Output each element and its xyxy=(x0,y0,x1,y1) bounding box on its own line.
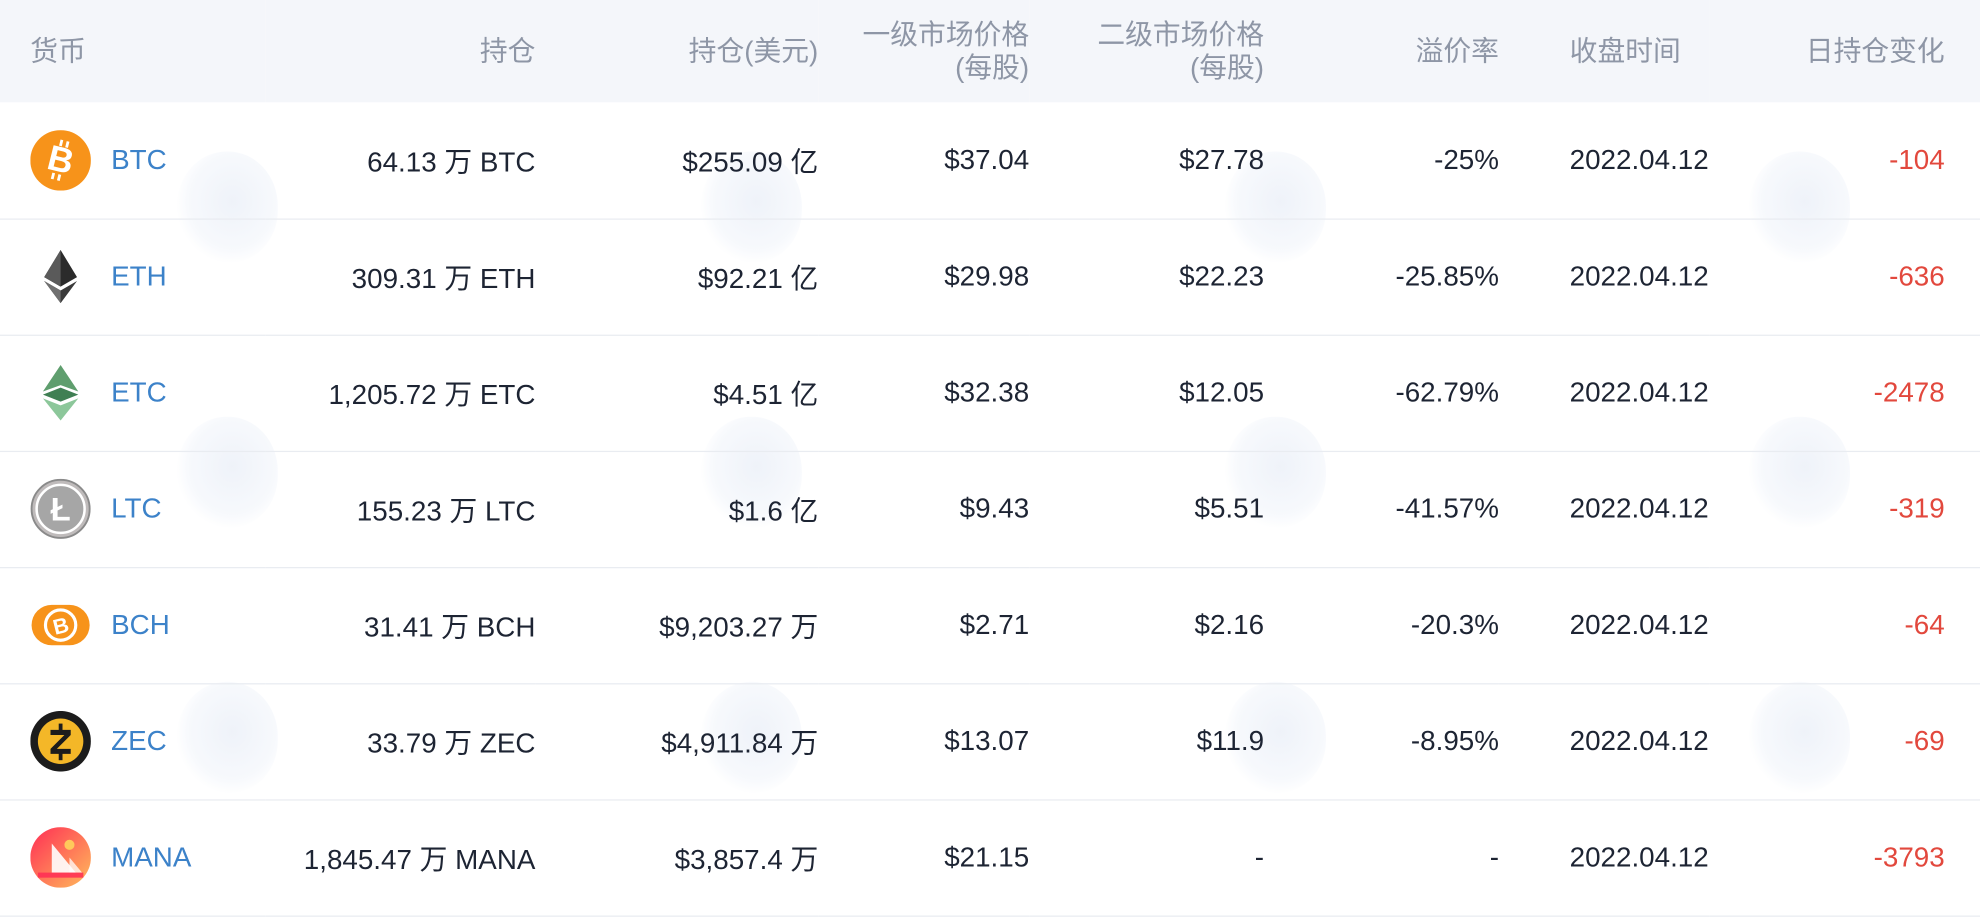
secondary-price-cell: - xyxy=(1254,841,1265,873)
secondary-price-cell: $12.05 xyxy=(1179,376,1265,408)
primary-price-cell: $21.15 xyxy=(944,841,1030,873)
holdings-usd-cell: $4,911.84 万 xyxy=(661,727,819,759)
table-row: MANA 1,845.47 万 MANA $3,857.4 万 $21.15 -… xyxy=(0,799,1980,916)
column-header-holdings-usd: 持仓(美元) xyxy=(688,34,819,67)
primary-price-cell: $2.71 xyxy=(959,608,1030,641)
coin-cell: ETH xyxy=(0,218,265,334)
column-header-holdings: 持仓 xyxy=(479,34,536,67)
secondary-price-cell: $2.16 xyxy=(1194,608,1265,641)
column-header-premium: 溢价率 xyxy=(1415,34,1499,67)
eth-icon[interactable] xyxy=(30,246,91,307)
daily-change-cell: -69 xyxy=(1904,724,1945,757)
primary-price-cell: $32.38 xyxy=(944,376,1030,408)
holdings-table: 货币 持仓 持仓(美元) 一级市场价格 (每股) 二级市场价格 (每股) 溢价率… xyxy=(0,0,1980,916)
daily-change-cell: -319 xyxy=(1889,492,1945,525)
secondary-price-cell: $11.9 xyxy=(1196,724,1265,757)
table-row: B BTC 64.13 万 BTC $255.09 亿 $37.04 $27.7 xyxy=(0,102,1980,219)
close-time-cell: 2022.04.12 xyxy=(1569,143,1709,176)
daily-change-cell: -3793 xyxy=(1873,841,1945,873)
table-row: ETC 1,205.72 万 ETC $4.51 亿 $32.38 $12.05… xyxy=(0,335,1980,451)
holdings-usd-cell: $4.51 亿 xyxy=(713,378,819,411)
daily-change-cell: -64 xyxy=(1904,608,1945,641)
holdings-cell: 31.41 万 BCH xyxy=(364,611,536,643)
premium-cell: -25% xyxy=(1434,143,1499,176)
holdings-usd-cell: $1.6 亿 xyxy=(728,495,819,527)
bch-icon[interactable]: B xyxy=(30,595,91,656)
etc-icon[interactable] xyxy=(30,362,91,423)
premium-cell: -20.3% xyxy=(1410,608,1499,641)
coin-cell: ZEC xyxy=(0,683,265,799)
table-row: Ł LTC 155.23 万 LTC $1.6 亿 $9.43 $5.51 -4… xyxy=(0,451,1980,567)
holdings-table-container: 货币 持仓 持仓(美元) 一级市场价格 (每股) 二级市场价格 (每股) 溢价率… xyxy=(0,0,1980,918)
column-header-primary-price-line1: 一级市场价格 xyxy=(862,18,1030,50)
holdings-cell: 33.79 万 ZEC xyxy=(367,727,536,759)
table-header: 货币 持仓 持仓(美元) 一级市场价格 (每股) 二级市场价格 (每股) 溢价率… xyxy=(0,0,1980,103)
close-time-cell: 2022.04.12 xyxy=(1569,724,1709,757)
holdings-usd-cell: $3,857.4 万 xyxy=(674,843,819,876)
primary-price-cell: $29.98 xyxy=(944,260,1030,292)
close-time-cell: 2022.04.12 xyxy=(1569,376,1709,408)
holdings-cell: 155.23 万 LTC xyxy=(356,495,536,527)
daily-change-cell: -104 xyxy=(1889,143,1945,176)
premium-cell: -8.95% xyxy=(1410,724,1499,757)
coin-cell: ETC xyxy=(0,335,265,451)
secondary-price-cell: $27.78 xyxy=(1179,143,1265,176)
primary-price-cell: $13.07 xyxy=(944,724,1030,757)
holdings-cell: 64.13 万 BTC xyxy=(367,146,536,178)
close-time-cell: 2022.04.12 xyxy=(1569,608,1709,641)
header-row: 货币 持仓 持仓(美元) 一级市场价格 (每股) 二级市场价格 (每股) 溢价率… xyxy=(0,0,1980,103)
coin-cell: Ł LTC xyxy=(0,451,265,567)
column-header-secondary-price-line1: 二级市场价格 xyxy=(1097,18,1265,50)
coin-name-link[interactable]: ETC xyxy=(111,376,167,409)
daily-change-cell: -2478 xyxy=(1873,376,1945,408)
column-header-primary-price-line2: (每股) xyxy=(955,51,1030,83)
coin-name-link[interactable]: BCH xyxy=(111,609,170,642)
zec-icon[interactable] xyxy=(30,710,91,772)
secondary-price-cell: $5.51 xyxy=(1194,492,1265,525)
secondary-price-cell: $22.23 xyxy=(1179,260,1265,292)
holdings-usd-cell: $255.09 亿 xyxy=(682,146,819,178)
holdings-usd-cell: $92.21 亿 xyxy=(697,262,819,295)
premium-cell: -62.79% xyxy=(1395,376,1499,408)
column-header-close-time: 收盘时间 xyxy=(1569,34,1681,67)
coin-name-link[interactable]: ETH xyxy=(111,260,167,293)
holdings-cell: 1,205.72 万 ETC xyxy=(328,378,536,411)
btc-icon[interactable]: B xyxy=(30,129,91,191)
premium-cell: - xyxy=(1489,841,1499,873)
coin-cell: B BCH xyxy=(0,567,265,683)
premium-cell: -25.85% xyxy=(1395,260,1499,292)
column-header-secondary-price: 二级市场价格 (每股) xyxy=(1029,0,1264,102)
column-header-secondary-price-line2: (每股) xyxy=(1189,51,1265,83)
ltc-icon[interactable]: Ł xyxy=(30,478,91,540)
coin-name-link[interactable]: LTC xyxy=(111,492,161,525)
holdings-cell: 1,845.47 万 MANA xyxy=(303,843,536,876)
table-row: B BCH 31.41 万 BCH $9,203.27 万 $2.71 $2.1… xyxy=(0,567,1980,684)
primary-price-cell: $9.43 xyxy=(959,492,1030,525)
table-row: ZEC 33.79 万 ZEC $4,911.84 万 $13.07 $11.9… xyxy=(0,683,1980,800)
svg-text:Ł: Ł xyxy=(51,490,71,527)
holdings-usd-cell: $9,203.27 万 xyxy=(659,611,819,643)
coin-name-link[interactable]: MANA xyxy=(111,841,191,874)
coin-name-link[interactable]: ZEC xyxy=(111,725,167,758)
column-header-primary-price: 一级市场价格 (每股) xyxy=(818,0,1029,102)
primary-price-cell: $37.04 xyxy=(944,143,1030,176)
close-time-cell: 2022.04.12 xyxy=(1569,260,1709,292)
table-body: B BTC 64.13 万 BTC $255.09 亿 $37.04 $27.7 xyxy=(0,102,1980,916)
column-header-daily-change: 日持仓变化 xyxy=(1805,34,1945,67)
holdings-cell: 309.31 万 ETH xyxy=(351,262,536,295)
daily-change-cell: -636 xyxy=(1889,260,1945,292)
table-row: ETH 309.31 万 ETH $92.21 亿 $29.98 $22.23 … xyxy=(0,218,1980,335)
column-header-coin: 货币 xyxy=(30,34,86,67)
coin-cell: MANA xyxy=(0,799,265,915)
mana-icon[interactable] xyxy=(30,827,91,888)
coin-cell: B BTC xyxy=(0,102,265,218)
coin-name-link[interactable]: BTC xyxy=(111,144,167,177)
close-time-cell: 2022.04.12 xyxy=(1569,841,1709,873)
premium-cell: -41.57% xyxy=(1395,492,1499,525)
close-time-cell: 2022.04.12 xyxy=(1569,492,1709,525)
